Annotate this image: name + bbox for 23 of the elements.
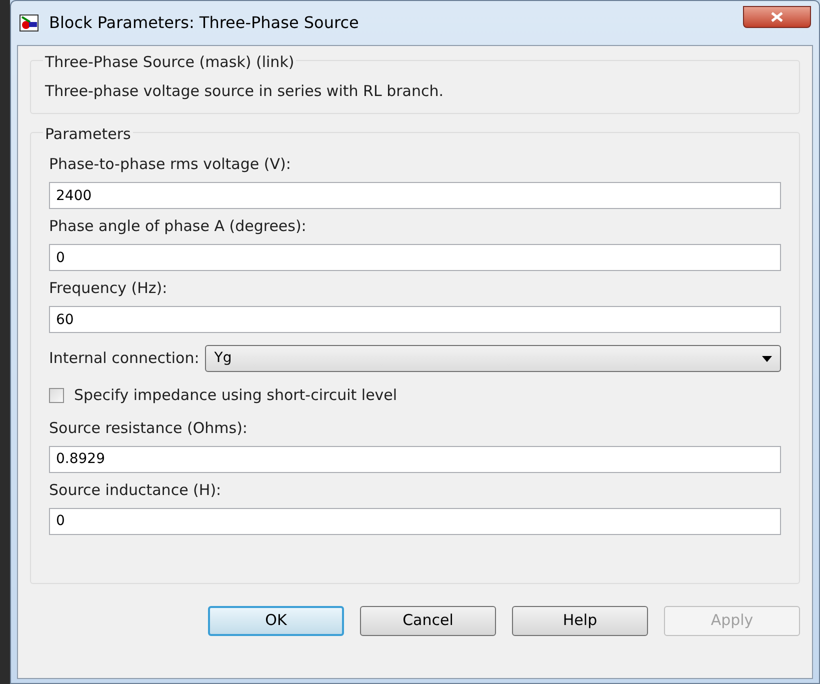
field-label: Frequency (Hz): — [49, 279, 168, 297]
field-label: Phase angle of phase A (degrees): — [49, 217, 308, 235]
field-label: Source inductance (H): — [49, 480, 222, 498]
dialog-button[interactable]: Cancel — [360, 606, 496, 636]
input-field[interactable]: 2400 — [49, 182, 781, 209]
field-label: Source resistance (Ohms): — [49, 418, 248, 436]
field-label: Phase-to-phase rms voltage (V): — [49, 155, 292, 173]
input-field[interactable]: 0.8929 — [49, 446, 781, 472]
ok-button[interactable]: OK — [208, 606, 344, 636]
description-text: Three-phase voltage source in series with RL branch. — [45, 82, 444, 100]
input-field[interactable]: 60 — [49, 306, 781, 333]
dropdown[interactable]: Yg — [205, 345, 781, 372]
input-field[interactable]: 0 — [49, 244, 781, 271]
input-field[interactable]: 0 — [49, 508, 781, 534]
dialog-button[interactable]: Help — [512, 606, 648, 636]
window-title: Block Parameters: Three-Phase Source — [49, 12, 360, 34]
checkbox-label: Specify impedance using short-circuit level — [74, 385, 398, 406]
caret-icon — [762, 356, 772, 362]
checkbox[interactable] — [49, 388, 64, 403]
close-icon — [771, 12, 783, 22]
block-icon — [19, 14, 39, 32]
field-label: Internal connection: — [49, 348, 200, 370]
close-button[interactable] — [743, 6, 811, 28]
